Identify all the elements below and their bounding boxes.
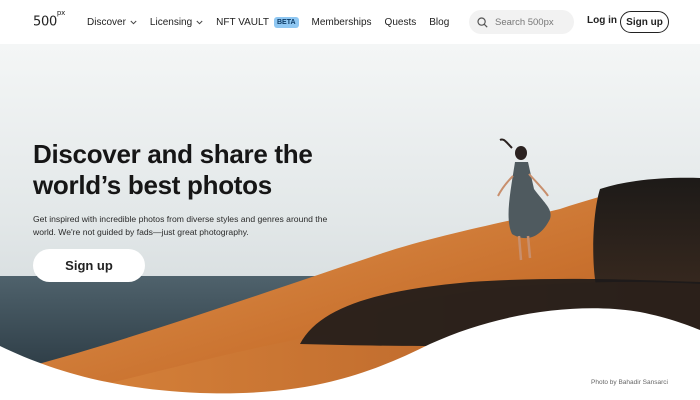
main-nav: Discover Licensing NFT VAULT BETA Member… bbox=[87, 0, 462, 44]
nav-discover-label: Discover bbox=[87, 16, 126, 28]
hero-section: Discover and share the world’s best phot… bbox=[0, 44, 700, 400]
hero-signup-button[interactable]: Sign up bbox=[33, 249, 145, 282]
nav-discover[interactable]: Discover bbox=[87, 17, 137, 28]
chevron-down-icon bbox=[130, 20, 137, 24]
search-placeholder: Search 500px bbox=[495, 16, 554, 28]
description-line-1: Get inspired with incredible photos from… bbox=[33, 214, 328, 224]
search-icon bbox=[477, 16, 488, 28]
headline-line-2: world’s best photos bbox=[33, 170, 272, 200]
nav-memberships[interactable]: Memberships bbox=[312, 17, 372, 28]
logo-text: 500 bbox=[33, 14, 57, 30]
logo-superscript: px bbox=[56, 9, 65, 17]
nav-nft-vault[interactable]: NFT VAULT BETA bbox=[216, 16, 299, 28]
nav-licensing-label: Licensing bbox=[149, 16, 193, 28]
top-navigation-bar: 500px Discover Licensing NFT VAULT BETA … bbox=[0, 0, 700, 44]
description-line-2: world. We're not guided by fads—just gre… bbox=[33, 226, 249, 237]
nav-quests[interactable]: Quests bbox=[385, 17, 417, 28]
hero-description: Get inspired with incredible photos from… bbox=[33, 213, 333, 238]
nav-blog[interactable]: Blog bbox=[429, 17, 449, 28]
headline-line-1: Discover and share the bbox=[33, 139, 313, 169]
search-input[interactable]: Search 500px bbox=[469, 10, 574, 34]
hero-headline: Discover and share the world’s best phot… bbox=[33, 139, 313, 201]
chevron-down-icon bbox=[196, 20, 203, 24]
login-link[interactable]: Log in bbox=[587, 15, 617, 26]
photo-credit[interactable]: Photo by Bahadir Sansarci bbox=[591, 379, 668, 386]
signup-button[interactable]: Sign up bbox=[620, 11, 669, 33]
nav-licensing[interactable]: Licensing bbox=[150, 17, 203, 28]
brand-logo[interactable]: 500px bbox=[33, 9, 65, 30]
beta-badge: BETA bbox=[273, 16, 299, 28]
nav-nft-vault-label: NFT VAULT bbox=[216, 16, 269, 28]
